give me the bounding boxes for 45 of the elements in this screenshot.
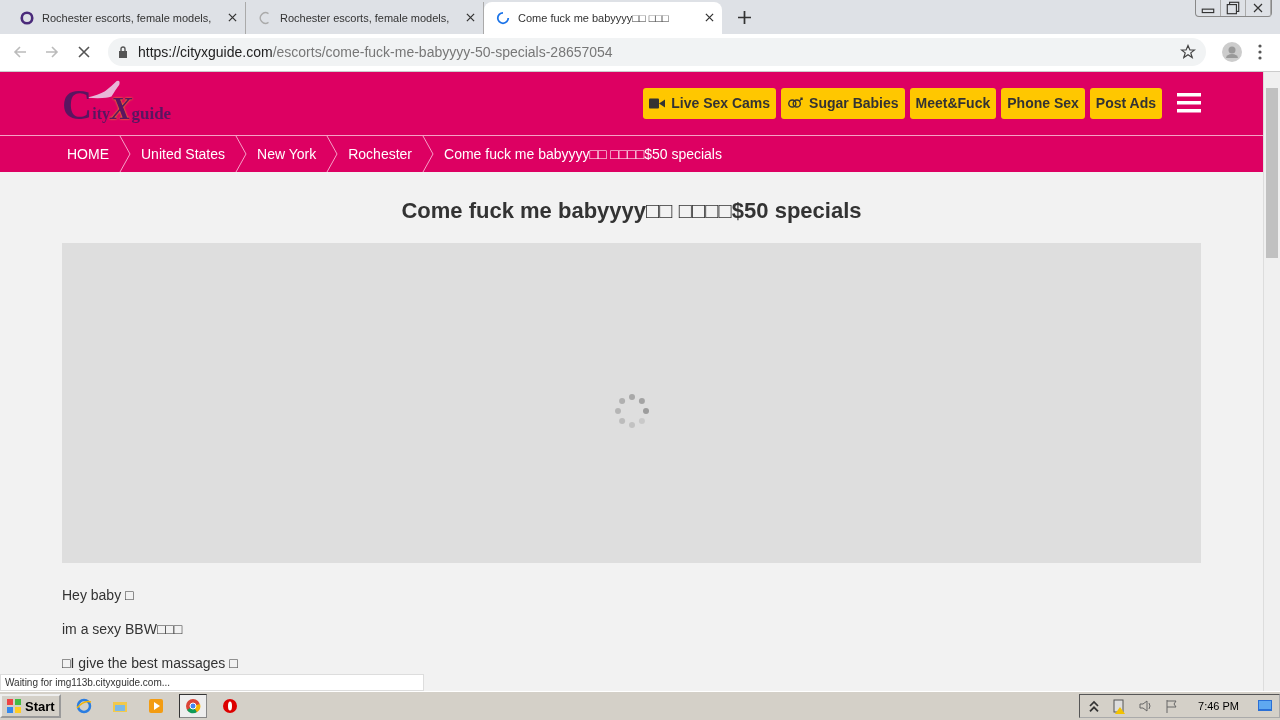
nav-button[interactable]: Meet&Fuck: [909, 87, 997, 119]
windows-logo-icon: [6, 698, 22, 715]
url-text: https://cityxguide.com/escorts/come-fuck-me-babyyyy-50-specials-28657054: [138, 44, 614, 61]
browser-tab[interactable]: Come fuck me babyyyy□□ □□□: [484, 1, 722, 34]
taskbar-button[interactable]: [178, 694, 207, 719]
tab-title: Rochester escorts, female models,: [42, 11, 213, 24]
ad-title: Come fuck me babyyyy□□ □□□□$50 specials: [400, 197, 863, 224]
address-bar[interactable]: https://cityxguide.com/escorts/come-fuck-me-babyyyy-50-specials-28657054: [108, 38, 1206, 67]
tab-title: Rochester escorts, female models,: [280, 11, 451, 24]
breadcrumb-link[interactable]: HOME: [67, 145, 109, 162]
browser-icon: [221, 698, 238, 715]
start-button[interactable]: Start: [0, 694, 61, 719]
nav-button[interactable]: Post Ads: [1089, 87, 1162, 119]
status-bubble: Waiting for img113b.cityxguide.com...: [0, 674, 424, 692]
menu-icon[interactable]: [1177, 93, 1201, 114]
play-icon: [147, 698, 164, 715]
loading-icon: [496, 10, 510, 25]
browser-icon: [75, 698, 92, 715]
scrollbar[interactable]: [1263, 71, 1280, 692]
breadcrumb-link[interactable]: Come fuck me babyyyy□□ □□□□$50 specials: [444, 145, 722, 162]
browser-icon: [184, 698, 201, 715]
breadcrumb-link[interactable]: New York: [257, 145, 317, 162]
browser-tab[interactable]: Rochester escorts, female models,: [8, 1, 246, 34]
favicon-icon: [20, 10, 34, 25]
star-icon[interactable]: [1180, 44, 1196, 61]
ad-text: Hey baby □: [62, 586, 135, 603]
breadcrumb-link[interactable]: Rochester: [348, 145, 413, 162]
nav-button[interactable]: Phone Sex: [1001, 87, 1085, 119]
close-icon[interactable]: [705, 13, 714, 23]
ad-text: im a sexy BBW□□□: [62, 620, 184, 637]
menu-icon[interactable]: [1258, 44, 1262, 61]
nav-button[interactable]: Live Sex Cams: [643, 87, 777, 119]
gender-icon: [787, 96, 804, 110]
tab-title: Come fuck me babyyyy□□ □□□: [518, 11, 670, 24]
close-icon[interactable]: [466, 13, 475, 23]
profile-icon[interactable]: [1222, 42, 1242, 63]
breadcrumb-link[interactable]: United States: [141, 145, 226, 162]
ad-text: □I give the best massages □: [62, 654, 239, 671]
clock: 7:46 PM: [1198, 700, 1239, 713]
camera-icon: [649, 96, 666, 110]
lock-icon: [118, 46, 128, 59]
nav-button[interactable]: Sugar Babies: [781, 87, 905, 119]
new-tab-icon[interactable]: [738, 10, 751, 24]
close-icon[interactable]: [228, 13, 237, 23]
loading-icon: [258, 10, 272, 25]
